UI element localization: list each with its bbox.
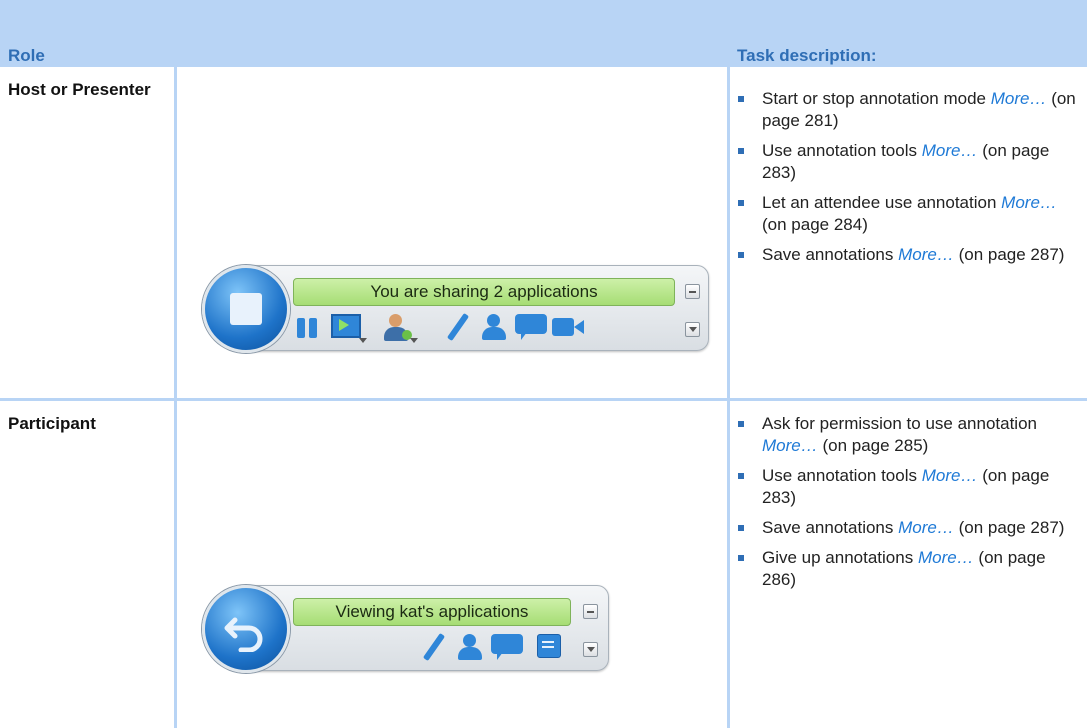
chevron-down-icon (689, 327, 697, 332)
more-link[interactable]: More… (1001, 193, 1057, 212)
participants-icon[interactable] (455, 632, 485, 662)
list-item: Ask for permission to use annotation Mor… (732, 413, 1082, 457)
monitor-icon[interactable] (331, 314, 367, 344)
task-column-header: Task description: (737, 46, 877, 65)
status-text: You are sharing 2 applications (370, 282, 598, 301)
return-button[interactable] (202, 585, 290, 673)
annotation-roles-table: Role Task description: Host or Presenter… (0, 0, 1087, 728)
role-column-header: Role (8, 46, 45, 65)
bullet-icon (738, 200, 744, 206)
role-cell-host: Host or Presenter (8, 79, 158, 101)
host-task-list: Start or stop annotation mode More… (on … (732, 88, 1082, 274)
more-link[interactable]: More… (922, 141, 978, 160)
chat-icon[interactable] (515, 314, 549, 342)
expand-menu-button[interactable] (583, 642, 598, 657)
task-text: Let an attendee use annotation (762, 193, 997, 212)
bullet-icon (738, 252, 744, 258)
stop-icon (230, 293, 262, 325)
expand-menu-button[interactable] (685, 322, 700, 337)
pause-icon[interactable] (295, 316, 321, 340)
pen-icon[interactable] (419, 632, 447, 662)
more-link[interactable]: More… (898, 518, 954, 537)
pen-icon[interactable] (443, 312, 471, 342)
viewing-status-label: Viewing kat's applications (293, 598, 571, 626)
role-cell-participant: Participant (8, 413, 158, 435)
attendee-icon[interactable] (382, 312, 418, 344)
task-text: Save annotations (762, 245, 894, 264)
bullet-icon (738, 421, 744, 427)
role-name: Participant (8, 414, 96, 433)
video-icon[interactable] (552, 316, 586, 340)
list-item: Use annotation tools More… (on page 283) (732, 465, 1082, 509)
list-item: Use annotation tools More… (on page 283) (732, 140, 1082, 184)
minimize-icon (689, 291, 696, 293)
bullet-icon (738, 555, 744, 561)
more-link[interactable]: More… (918, 548, 974, 567)
sharing-status-label: You are sharing 2 applications (293, 278, 675, 306)
table-header: Role Task description: (0, 0, 1087, 67)
row-divider (0, 398, 1087, 401)
task-text: Use annotation tools (762, 141, 917, 160)
bullet-icon (738, 525, 744, 531)
page-reference: (on page 287) (958, 245, 1065, 264)
role-name: Host or Presenter (8, 80, 151, 99)
task-text: Start or stop annotation mode (762, 89, 986, 108)
list-item: Save annotations More… (on page 287) (732, 517, 1082, 539)
minimize-icon (587, 611, 594, 613)
more-link[interactable]: More… (898, 245, 954, 264)
notes-icon[interactable] (537, 634, 563, 660)
task-text: Give up annotations (762, 548, 914, 567)
task-text: Ask for permission to use annotation (762, 414, 1037, 433)
status-text: Viewing kat's applications (335, 602, 529, 621)
list-item: Save annotations More… (on page 287) (732, 244, 1082, 266)
minimize-button[interactable] (685, 284, 700, 299)
more-link[interactable]: More… (922, 466, 978, 485)
more-link[interactable]: More… (762, 436, 818, 455)
stop-sharing-button[interactable] (202, 265, 290, 353)
task-text: Use annotation tools (762, 466, 917, 485)
list-item: Let an attendee use annotation More… (on… (732, 192, 1082, 236)
bullet-icon (738, 473, 744, 479)
list-item: Start or stop annotation mode More… (on … (732, 88, 1082, 132)
task-text: Save annotations (762, 518, 894, 537)
page-reference: (on page 287) (958, 518, 1065, 537)
more-link[interactable]: More… (991, 89, 1047, 108)
chat-icon[interactable] (491, 634, 525, 662)
page-reference: (on page 285) (822, 436, 929, 455)
participant-task-list: Ask for permission to use annotation Mor… (732, 413, 1082, 599)
page-reference: (on page 284) (762, 215, 868, 234)
list-item: Give up annotations More… (on page 286) (732, 547, 1082, 591)
chevron-down-icon (587, 647, 595, 652)
minimize-button[interactable] (583, 604, 598, 619)
bullet-icon (738, 148, 744, 154)
bullet-icon (738, 96, 744, 102)
participants-icon[interactable] (479, 312, 509, 342)
return-arrow-icon (224, 617, 263, 652)
